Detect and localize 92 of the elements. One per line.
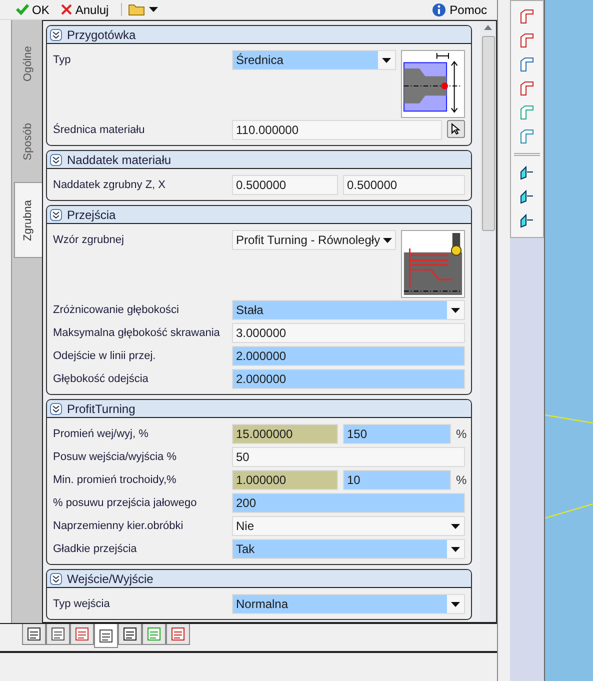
tab-icon xyxy=(147,627,161,641)
dropdown-field[interactable]: Profit Turning - Równoległy xyxy=(232,230,396,250)
dropdown-field[interactable]: Normalna xyxy=(232,594,465,614)
field-label: Typ xyxy=(53,53,72,68)
section-header[interactable]: Naddatek materiału xyxy=(47,151,471,169)
field-label: % posuwu przejścia jałowego xyxy=(53,496,198,511)
tool-icon[interactable] xyxy=(518,9,535,25)
check-icon xyxy=(16,4,29,15)
section-title: Przygotówka xyxy=(67,26,136,44)
field-label: Zróżnicowanie głębokości xyxy=(53,303,180,318)
field-label: Promień wej/wyj, % xyxy=(53,427,150,442)
folder-icon xyxy=(128,3,146,16)
section-title: ProfitTurning xyxy=(67,400,136,418)
tab-icon xyxy=(27,627,41,641)
tab-icon xyxy=(75,627,89,641)
dropdown-field[interactable]: Stała xyxy=(232,300,465,320)
collapse-icon[interactable] xyxy=(50,572,62,584)
input-field[interactable]: 110.000000 xyxy=(232,120,442,140)
tool-tab[interactable] xyxy=(22,624,46,645)
side-tab[interactable]: Zgrubna xyxy=(14,182,42,258)
input-field[interactable]: 150 xyxy=(343,424,451,444)
input-field[interactable]: 2.000000 xyxy=(232,369,465,389)
input-field[interactable]: 0.500000 xyxy=(232,175,338,195)
input-field[interactable]: 3.000000 xyxy=(232,323,465,343)
dropdown-arrow-icon[interactable] xyxy=(451,524,460,528)
dropdown-field[interactable]: Średnica xyxy=(232,50,396,70)
plane-icon[interactable] xyxy=(518,188,535,204)
field-label: Naprzemienny kier.obróbki xyxy=(53,519,184,534)
collapse-icon[interactable] xyxy=(50,402,62,414)
input-field[interactable]: 50 xyxy=(232,447,465,467)
field-label: Średnica materiału xyxy=(53,122,146,138)
dropdown-field[interactable]: Tak xyxy=(232,539,465,559)
field-label: Maksymalna głębokość skrawania xyxy=(53,326,221,341)
section-header[interactable]: ProfitTurning xyxy=(47,400,471,418)
unit-label: % xyxy=(456,426,465,443)
tool-icon[interactable] xyxy=(518,57,535,73)
tab-icon xyxy=(51,627,65,641)
help-button[interactable]: Pomoc xyxy=(432,0,487,18)
tool-icon[interactable] xyxy=(518,33,535,49)
field-label: Min. promień trochoidy,% xyxy=(53,473,178,488)
dropdown-arrow-icon[interactable] xyxy=(148,7,158,12)
unit-label: % xyxy=(456,472,465,489)
dropdown-field[interactable]: Nie xyxy=(232,516,465,536)
dropdown-arrow-icon[interactable] xyxy=(383,238,392,242)
tool-tab[interactable] xyxy=(118,624,142,645)
dropdown-arrow-icon[interactable] xyxy=(451,546,460,552)
tool-icon[interactable] xyxy=(518,105,535,121)
tool-icon[interactable] xyxy=(518,129,535,145)
field-label: Typ wejścia xyxy=(53,597,111,612)
tool-icon[interactable] xyxy=(518,81,535,97)
field-label: Posuw wejścia/wyjścia % xyxy=(53,450,178,465)
plane-icon[interactable] xyxy=(518,164,535,180)
tool-tab[interactable] xyxy=(94,624,118,648)
dropdown-arrow-icon[interactable] xyxy=(451,602,460,606)
cancel-button[interactable]: Anuluj xyxy=(61,0,109,18)
input-field[interactable]: 200 xyxy=(232,493,465,513)
pick-button[interactable] xyxy=(447,120,465,138)
section-title: Przejścia xyxy=(67,206,116,224)
tab-icon xyxy=(171,627,185,641)
collapse-icon[interactable] xyxy=(50,154,62,166)
input-field[interactable]: 2.000000 xyxy=(232,346,465,366)
dropdown-arrow-icon[interactable] xyxy=(451,308,460,312)
section-header[interactable]: Przejścia xyxy=(47,206,471,224)
open-folder-button[interactable] xyxy=(120,3,158,16)
field-label: Odejście w linii przej. xyxy=(53,349,157,364)
input-field[interactable]: 1.000000 xyxy=(232,470,338,490)
scrollbar[interactable] xyxy=(480,21,496,622)
field-label: Wzór zgrubnej xyxy=(53,233,125,248)
section-header[interactable]: Przygotówka xyxy=(47,26,471,44)
input-field[interactable]: 10 xyxy=(343,470,451,490)
scroll-up-icon[interactable] xyxy=(484,25,492,30)
cursor-icon xyxy=(451,123,461,135)
field-label: Naddatek zgrubny Z, X xyxy=(53,178,167,193)
help-icon xyxy=(432,2,446,16)
tab-icon xyxy=(99,628,113,642)
tool-tab[interactable] xyxy=(46,624,70,645)
section-title: Naddatek materiału xyxy=(67,152,172,168)
section-header[interactable]: Wejście/Wyjście xyxy=(47,570,471,588)
stock-diameter-diagram xyxy=(401,50,465,118)
collapse-icon[interactable] xyxy=(50,208,62,220)
collapse-icon[interactable] xyxy=(50,28,62,40)
ok-button[interactable]: OK xyxy=(16,0,50,18)
dropdown-arrow-icon[interactable] xyxy=(382,58,391,62)
input-field[interactable]: 0.500000 xyxy=(343,175,465,195)
input-field[interactable]: 15.000000 xyxy=(232,424,338,444)
toolpath-diagram xyxy=(401,230,465,298)
section-title: Wejście/Wyjście xyxy=(67,570,154,588)
field-label: Gładkie przejścia xyxy=(53,542,138,557)
plane-icon[interactable] xyxy=(518,212,535,228)
close-icon xyxy=(61,4,72,15)
field-label: Głębokość odejścia xyxy=(53,372,150,387)
tab-icon xyxy=(123,627,137,641)
